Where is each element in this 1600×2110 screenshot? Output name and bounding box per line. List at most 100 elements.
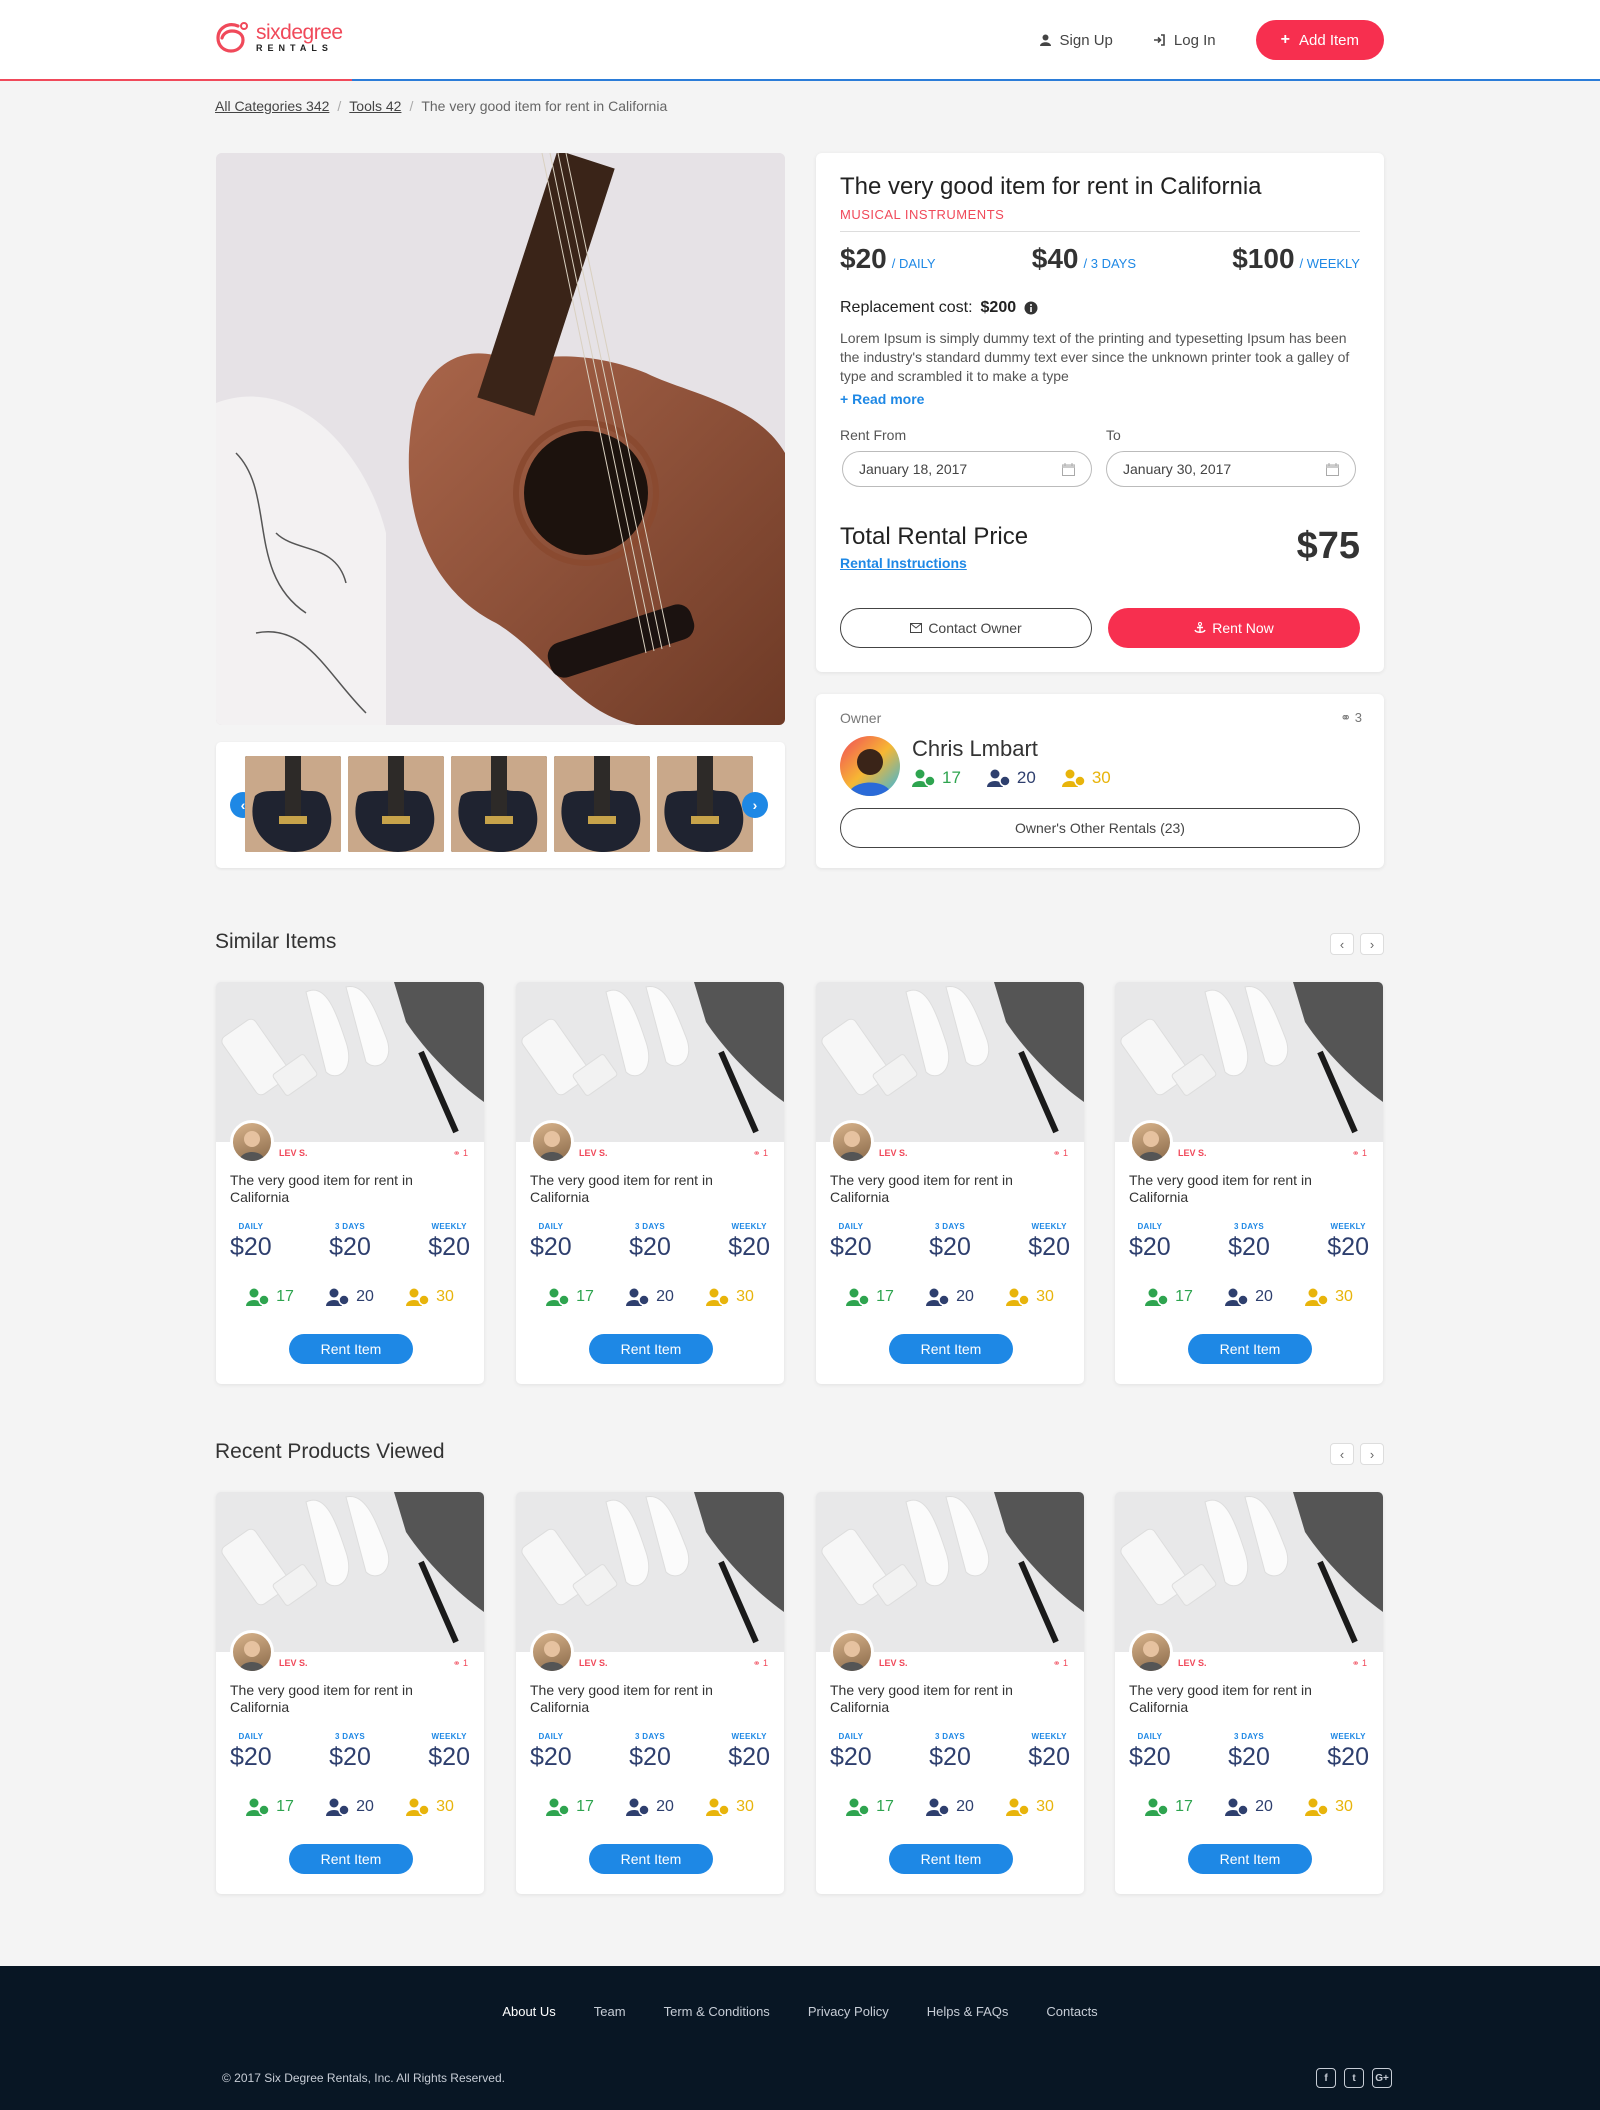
prev-arrow-icon[interactable]: ‹ xyxy=(1330,1443,1354,1465)
product-card[interactable]: LEV S. ⚭ 1 The very good item for rent i… xyxy=(216,1492,484,1894)
seller-avatar[interactable] xyxy=(230,1630,274,1674)
stat-value: 30 xyxy=(1335,1288,1353,1305)
seller-name[interactable]: LEV S. xyxy=(879,1148,908,1158)
product-title[interactable]: The very good item for rent in Californi… xyxy=(830,1682,1060,1716)
prev-arrow-icon[interactable]: ‹ xyxy=(1330,933,1354,955)
product-title[interactable]: The very good item for rent in Californi… xyxy=(1129,1172,1359,1206)
logo-subtitle: RENTALS xyxy=(256,42,333,53)
product-image[interactable] xyxy=(216,982,484,1142)
item-category[interactable]: MUSICAL INSTRUMENTS xyxy=(840,207,1004,222)
user-badge-icon xyxy=(546,1288,570,1306)
stat-yellow: 30 xyxy=(1061,768,1111,788)
product-card[interactable]: LEV S. ⚭ 1 The very good item for rent i… xyxy=(516,982,784,1384)
product-title[interactable]: The very good item for rent in Californi… xyxy=(530,1172,760,1206)
rent-from-input[interactable]: January 18, 2017 xyxy=(842,451,1092,487)
thumb-next-button[interactable]: › xyxy=(742,792,768,818)
price-weekly: WEEKLY $20 xyxy=(728,1222,770,1262)
rent-item-button[interactable]: Rent Item xyxy=(889,1844,1013,1874)
product-image[interactable] xyxy=(816,982,1084,1142)
footer-link-contacts[interactable]: Contacts xyxy=(1046,2004,1097,2019)
rent-item-button[interactable]: Rent Item xyxy=(289,1334,413,1364)
footer-link-terms[interactable]: Term & Conditions xyxy=(664,2004,770,2019)
thumbnail[interactable] xyxy=(245,756,341,852)
rent-item-button[interactable]: Rent Item xyxy=(589,1334,713,1364)
thumbnail[interactable] xyxy=(657,756,753,852)
product-title[interactable]: The very good item for rent in Californi… xyxy=(530,1682,760,1716)
product-image[interactable] xyxy=(516,1492,784,1652)
seller-avatar[interactable] xyxy=(830,1120,874,1164)
user-badge-icon xyxy=(326,1798,350,1816)
product-card[interactable]: LEV S. ⚭ 1 The very good item for rent i… xyxy=(1115,1492,1383,1894)
product-image[interactable] xyxy=(216,1492,484,1652)
footer-link-privacy[interactable]: Privacy Policy xyxy=(808,2004,889,2019)
product-image[interactable] xyxy=(816,1492,1084,1652)
seller-name[interactable]: LEV S. xyxy=(279,1148,308,1158)
rent-item-button[interactable]: Rent Item xyxy=(289,1844,413,1874)
product-title[interactable]: The very good item for rent in Californi… xyxy=(830,1172,1060,1206)
twitter-icon[interactable]: t xyxy=(1344,2068,1364,2088)
breadcrumb-tools[interactable]: Tools 42 xyxy=(349,98,401,114)
breadcrumb-all-categories[interactable]: All Categories 342 xyxy=(215,98,329,114)
seller-avatar[interactable] xyxy=(1129,1120,1173,1164)
product-image[interactable] xyxy=(1115,982,1383,1142)
seller-avatar[interactable] xyxy=(830,1630,874,1674)
thumbnail[interactable] xyxy=(348,756,444,852)
user-badge-icon xyxy=(1006,1288,1030,1306)
seller-avatar[interactable] xyxy=(230,1120,274,1164)
seller-name[interactable]: LEV S. xyxy=(579,1658,608,1668)
product-stats: 17 20 30 xyxy=(1129,1798,1369,1816)
rent-to-input[interactable]: January 30, 2017 xyxy=(1106,451,1356,487)
product-image[interactable] xyxy=(1115,1492,1383,1652)
product-card[interactable]: LEV S. ⚭ 1 The very good item for rent i… xyxy=(516,1492,784,1894)
seller-avatar[interactable] xyxy=(1129,1630,1173,1674)
product-card[interactable]: LEV S. ⚭ 1 The very good item for rent i… xyxy=(216,982,484,1384)
thumbnail[interactable] xyxy=(554,756,650,852)
product-title[interactable]: The very good item for rent in Californi… xyxy=(1129,1682,1359,1716)
rent-item-button[interactable]: Rent Item xyxy=(889,1334,1013,1364)
rent-item-button[interactable]: Rent Item xyxy=(1188,1844,1312,1874)
product-card[interactable]: LEV S. ⚭ 1 The very good item for rent i… xyxy=(816,1492,1084,1894)
facebook-icon[interactable]: f xyxy=(1316,2068,1336,2088)
price-value: $20 xyxy=(629,1233,671,1261)
seller-avatar[interactable] xyxy=(530,1120,574,1164)
product-title[interactable]: The very good item for rent in Californi… xyxy=(230,1682,460,1716)
info-icon[interactable] xyxy=(1024,301,1038,315)
contact-owner-button[interactable]: Contact Owner xyxy=(840,608,1092,648)
owner-name[interactable]: Chris Lmbart xyxy=(912,736,1038,762)
product-main-image[interactable] xyxy=(216,153,785,725)
product-card[interactable]: LEV S. ⚭ 1 The very good item for rent i… xyxy=(1115,982,1383,1384)
read-more-link[interactable]: + Read more xyxy=(840,391,924,407)
product-title[interactable]: The very good item for rent in Californi… xyxy=(230,1172,460,1206)
seller-name[interactable]: LEV S. xyxy=(1178,1658,1207,1668)
seller-name[interactable]: LEV S. xyxy=(279,1658,308,1668)
product-image[interactable] xyxy=(516,982,784,1142)
stat-navy: 20 xyxy=(1225,1798,1273,1816)
rent-item-button[interactable]: Rent Item xyxy=(589,1844,713,1874)
add-item-button[interactable]: + Add Item xyxy=(1255,20,1384,60)
seller-name[interactable]: LEV S. xyxy=(1178,1148,1207,1158)
rent-from-label: Rent From xyxy=(840,427,907,443)
rental-instructions-link[interactable]: Rental Instructions xyxy=(840,555,967,571)
product-card[interactable]: LEV S. ⚭ 1 The very good item for rent i… xyxy=(816,982,1084,1384)
signup-link[interactable]: Sign Up xyxy=(1039,32,1113,49)
footer-link-help[interactable]: Helps & FAQs xyxy=(927,2004,1009,2019)
rent-item-button[interactable]: Rent Item xyxy=(1188,1334,1312,1364)
seller-avatar[interactable] xyxy=(530,1630,574,1674)
seller-name[interactable]: LEV S. xyxy=(579,1148,608,1158)
seller-name[interactable]: LEV S. xyxy=(879,1658,908,1668)
logo[interactable]: sixdegree RENTALS xyxy=(214,20,343,54)
price-weekly: WEEKLY $20 xyxy=(728,1732,770,1772)
thumbnail[interactable] xyxy=(451,756,547,852)
footer-link-team[interactable]: Team xyxy=(594,2004,626,2019)
owner-avatar[interactable] xyxy=(840,736,900,796)
rent-now-label: Rent Now xyxy=(1212,620,1274,636)
google-plus-icon[interactable]: G+ xyxy=(1372,2068,1392,2088)
next-arrow-icon[interactable]: › xyxy=(1360,933,1384,955)
next-arrow-icon[interactable]: › xyxy=(1360,1443,1384,1465)
copyright: © 2017 Six Degree Rentals, Inc. All Righ… xyxy=(222,2071,505,2085)
rent-now-button[interactable]: Rent Now xyxy=(1108,608,1360,648)
stat-navy: 20 xyxy=(326,1288,374,1306)
owner-other-rentals-button[interactable]: Owner's Other Rentals (23) xyxy=(840,808,1360,848)
footer-link-about[interactable]: About Us xyxy=(502,2004,555,2019)
login-link[interactable]: Log In xyxy=(1153,32,1216,49)
